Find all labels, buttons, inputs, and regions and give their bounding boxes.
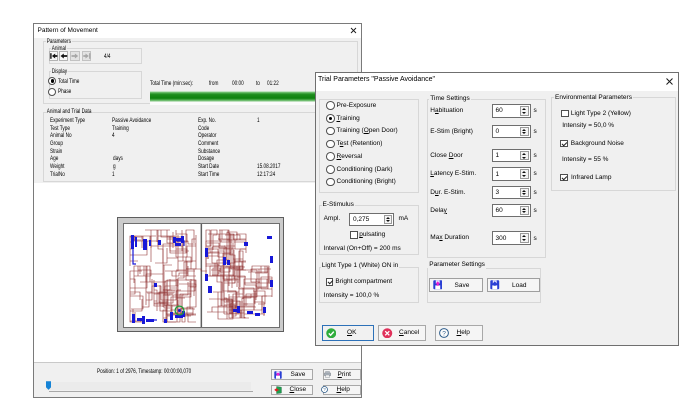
svg-text:?: ? xyxy=(323,387,326,392)
svg-text:?: ? xyxy=(443,330,447,337)
